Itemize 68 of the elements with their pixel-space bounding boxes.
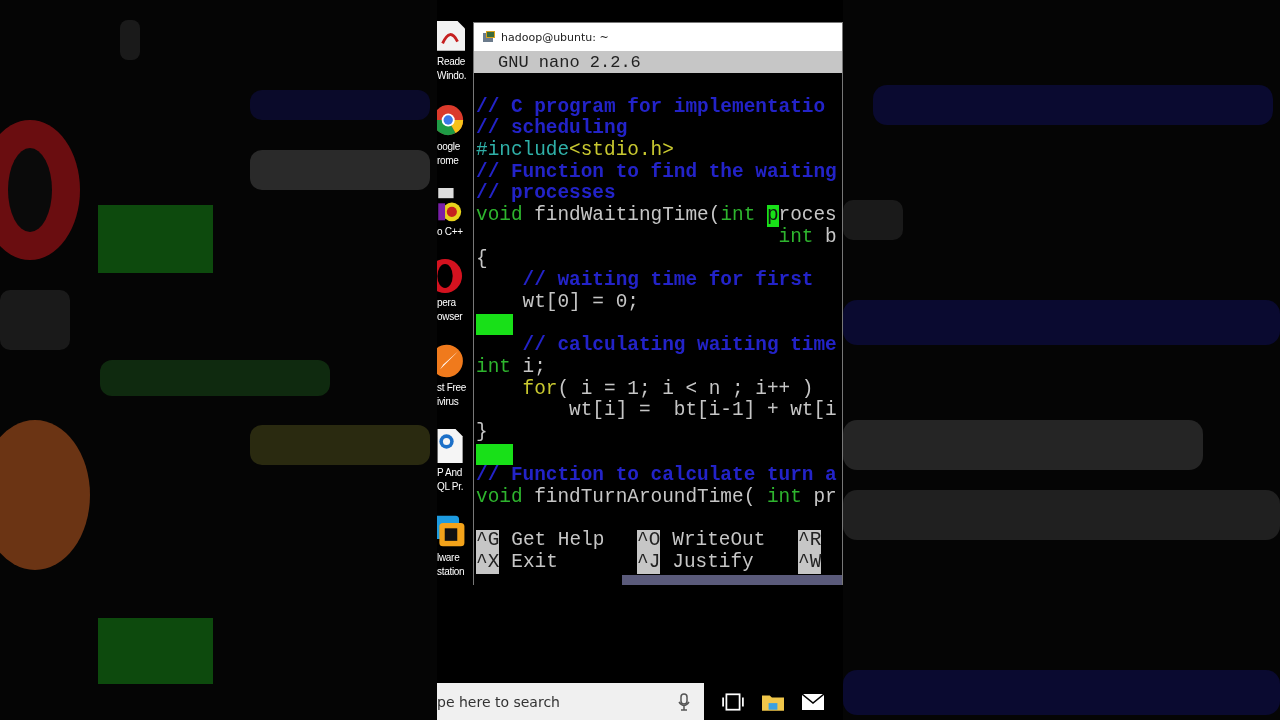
- code-text: roces: [778, 205, 837, 227]
- shortcut-label: WriteOut: [672, 530, 766, 552]
- shortcut-label: Exit: [511, 552, 558, 574]
- desktop-icon-label[interactable]: Reade: [437, 55, 465, 69]
- whitespace-marker: [476, 443, 513, 465]
- desktop-icon-label[interactable]: o C++: [437, 225, 463, 239]
- shortcut-key: ^O: [637, 530, 661, 553]
- code-text: wt[i] = bt[i-1] + wt[i: [568, 400, 837, 422]
- code-comment: // waiting time for first: [521, 270, 814, 292]
- desktop-icon-label[interactable]: P And: [437, 466, 462, 480]
- app-icon[interactable]: [437, 514, 465, 548]
- desktop-icon-label[interactable]: rome: [437, 154, 459, 168]
- opera-icon[interactable]: [437, 259, 465, 293]
- desktop-icon-label[interactable]: owser: [437, 310, 463, 324]
- code-comment: // Function to calculate turn a: [476, 465, 837, 487]
- antivirus-icon[interactable]: [437, 344, 465, 378]
- code-comment: // Function to find the waiting: [476, 161, 837, 183]
- desktop-icon-label[interactable]: oogle: [437, 140, 460, 154]
- code-text: i;: [521, 356, 546, 379]
- desktop-icon-label[interactable]: station: [437, 565, 465, 579]
- folder-icon[interactable]: [762, 692, 784, 711]
- desktop-icon-label[interactable]: lware: [437, 551, 460, 565]
- microphone-icon: [678, 692, 690, 711]
- code-comment: // C program for implementatio: [476, 96, 826, 118]
- code-string: <stdio.h>: [569, 140, 674, 162]
- scrollbar[interactable]: [622, 574, 842, 585]
- desktop-icon-label[interactable]: Windo.: [437, 69, 467, 83]
- code-text: ( i = 1; i < n ; i++ ): [557, 378, 814, 400]
- code-text: findTurnAroundTime(: [533, 487, 757, 509]
- code-keyword: int: [777, 226, 814, 249]
- mail-icon[interactable]: [802, 692, 824, 711]
- desktop-icon-label[interactable]: ivirus: [437, 395, 459, 409]
- code-text: findWaitingTime(: [533, 205, 721, 227]
- shortcut-label: Justify: [672, 552, 754, 574]
- code-keyword: void: [476, 205, 523, 227]
- shortcut-key: ^R: [798, 530, 822, 553]
- microphone-button[interactable]: [664, 683, 704, 720]
- shortcut-key: ^X: [476, 552, 500, 574]
- whitespace-marker: [476, 313, 513, 335]
- code-keyword: int: [766, 487, 802, 509]
- document-icon[interactable]: [437, 18, 465, 52]
- code-comment: // calculating waiting time: [521, 335, 837, 357]
- code-text: wt[0] = 0;: [521, 291, 639, 314]
- desktop-icon-label[interactable]: st Free: [437, 381, 467, 395]
- terminal-icon: [482, 30, 496, 44]
- window-title: hadoop@ubuntu: ~: [501, 30, 609, 44]
- shortcut-key: ^G: [476, 530, 500, 553]
- search-field[interactable]: pe here to search: [437, 683, 664, 720]
- desktop-icon-label[interactable]: QL Pr.: [437, 480, 464, 494]
- code-keyword: int: [476, 356, 511, 379]
- code-text: pr: [812, 487, 837, 509]
- desktop-icon-label[interactable]: pera: [437, 296, 456, 310]
- code-comment: // processes: [476, 183, 616, 205]
- code-text: }: [476, 422, 488, 444]
- code-keyword: void: [476, 487, 523, 509]
- code-text: {: [476, 248, 488, 271]
- browser-icon[interactable]: [437, 103, 465, 137]
- shortcut-label: Get Help: [511, 530, 605, 552]
- document-icon[interactable]: [437, 429, 465, 463]
- shortcut-key: ^J: [637, 552, 661, 574]
- code-keyword: for: [521, 378, 558, 401]
- code-keyword: int: [720, 205, 757, 227]
- code-directive: #include: [476, 140, 570, 162]
- task-view-icon[interactable]: [722, 692, 744, 711]
- editor-version: GNU nano 2.2.6: [497, 52, 641, 72]
- code-comment: // scheduling: [476, 118, 628, 140]
- text-cursor: p: [766, 205, 779, 227]
- code-text: b: [824, 226, 837, 249]
